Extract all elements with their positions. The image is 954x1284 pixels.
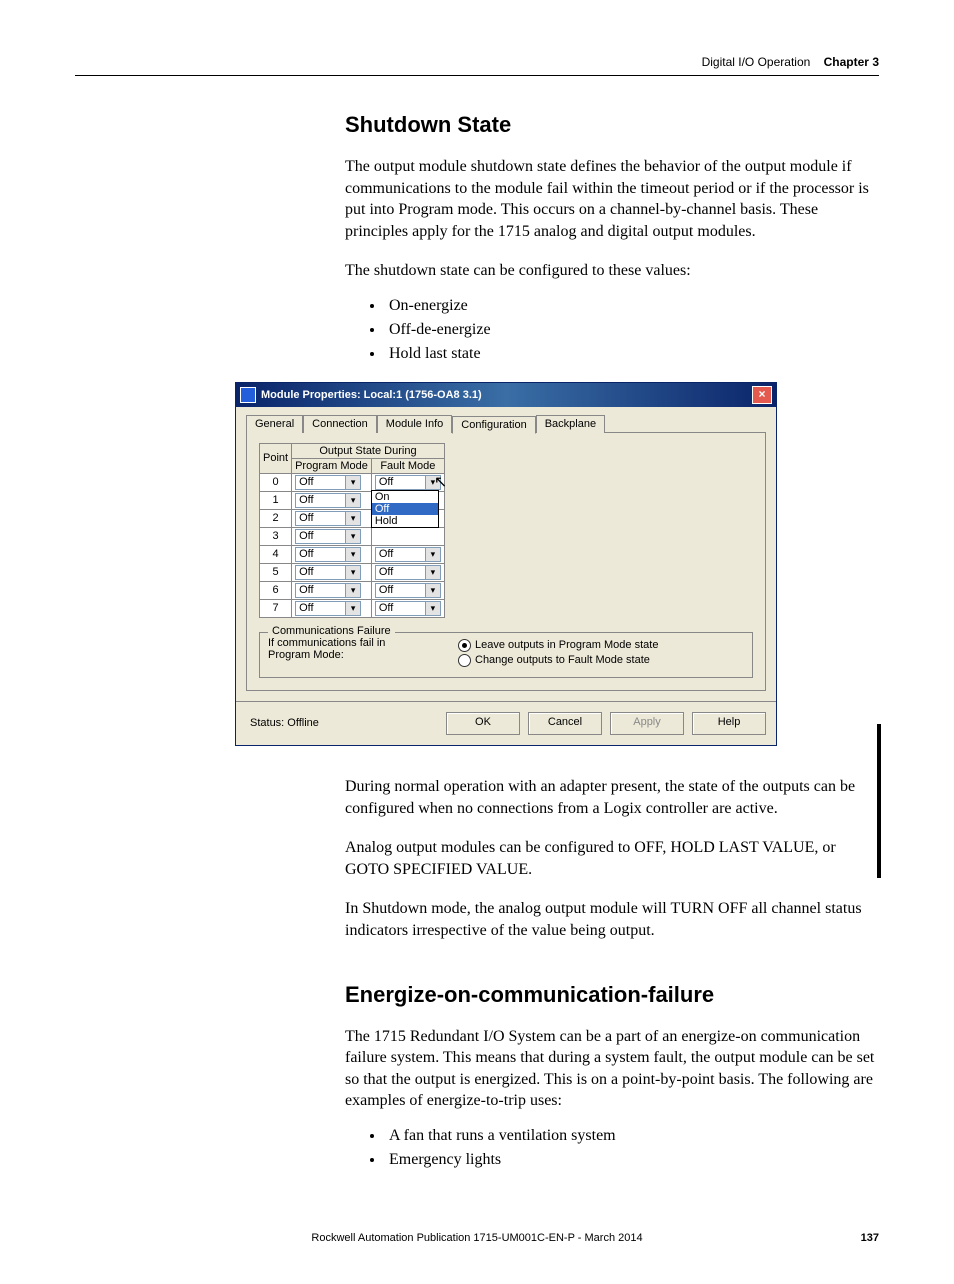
chevron-down-icon: ▾: [345, 602, 360, 615]
close-button[interactable]: ×: [752, 386, 772, 404]
radio-icon: [458, 639, 471, 652]
table-row: 4Off▾Off▾: [260, 545, 445, 563]
chevron-down-icon: ▾: [425, 602, 440, 615]
col-group: Output State During: [292, 443, 445, 458]
page-header: Digital I/O Operation Chapter 3: [75, 55, 879, 76]
tab-general[interactable]: General: [246, 415, 303, 433]
apply-button[interactable]: Apply: [610, 712, 684, 735]
radio-label: Leave outputs in Program Mode state: [475, 639, 658, 651]
tab-strip: General Connection Module Info Configura…: [246, 415, 766, 433]
module-properties-dialog: Module Properties: Local:1 (1756-OA8 3.1…: [235, 382, 777, 746]
cancel-button[interactable]: Cancel: [528, 712, 602, 735]
chevron-down-icon: ▾: [345, 512, 360, 525]
list-item: A fan that runs a ventilation system: [385, 1124, 879, 1148]
page-number: 137: [861, 1232, 879, 1244]
program-mode-select[interactable]: Off▾: [295, 583, 361, 598]
chevron-down-icon: ▾: [425, 584, 440, 597]
table-row: 7Off▾Off▾: [260, 599, 445, 617]
dialog-title: Module Properties: Local:1 (1756-OA8 3.1…: [261, 389, 482, 401]
para-3: During normal operation with an adapter …: [345, 776, 879, 819]
radio-leave-outputs[interactable]: Leave outputs in Program Mode state: [458, 639, 658, 652]
heading-shutdown-state: Shutdown State: [345, 112, 879, 138]
table-row: 6Off▾Off▾: [260, 581, 445, 599]
close-icon: ×: [758, 387, 765, 401]
col-fault-mode: Fault Mode: [371, 458, 444, 473]
chevron-down-icon: ▾: [425, 476, 440, 489]
table-row: 0 Off▾ Off▾ ↖ On Off Hold: [260, 473, 445, 491]
tab-module-info[interactable]: Module Info: [377, 415, 452, 433]
heading-energize: Energize-on-communication-failure: [345, 982, 879, 1008]
output-state-table: Point Output State During Program Mode F…: [259, 443, 445, 618]
chevron-down-icon: ▾: [345, 584, 360, 597]
radio-icon: [458, 654, 471, 667]
comm-failure-text: If communications fail in Program Mode:: [268, 637, 418, 669]
chevron-down-icon: ▾: [345, 494, 360, 507]
fault-mode-select[interactable]: Off▾: [375, 547, 441, 562]
page-footer: Rockwell Automation Publication 1715-UM0…: [75, 1232, 879, 1244]
dropdown-option-on[interactable]: On: [372, 491, 438, 503]
table-row: 5Off▾Off▾: [260, 563, 445, 581]
help-button[interactable]: Help: [692, 712, 766, 735]
chevron-down-icon: ▾: [345, 530, 360, 543]
app-icon: [240, 387, 256, 403]
program-mode-select[interactable]: Off▾: [295, 493, 361, 508]
radio-label: Change outputs to Fault Mode state: [475, 654, 650, 666]
chevron-down-icon: ▾: [345, 548, 360, 561]
list-shutdown-values: On-energize Off-de-energize Hold last st…: [345, 294, 879, 366]
fault-mode-select[interactable]: Off▾: [375, 475, 441, 490]
program-mode-select[interactable]: Off▾: [295, 601, 361, 616]
para-6: The 1715 Redundant I/O System can be a p…: [345, 1026, 879, 1112]
tab-configuration[interactable]: Configuration: [452, 416, 535, 434]
tab-backplane[interactable]: Backplane: [536, 415, 605, 433]
chevron-down-icon: ▾: [425, 566, 440, 579]
ok-button[interactable]: OK: [446, 712, 520, 735]
chevron-down-icon: ▾: [425, 548, 440, 561]
fault-mode-select[interactable]: Off▾: [375, 583, 441, 598]
change-bar: [877, 724, 881, 878]
fault-mode-select[interactable]: Off▾: [375, 565, 441, 580]
col-point: Point: [260, 443, 292, 473]
list-item: Emergency lights: [385, 1148, 879, 1172]
chevron-down-icon: ▾: [345, 476, 360, 489]
dropdown-option-off[interactable]: Off: [372, 503, 438, 515]
para-5: In Shutdown mode, the analog output modu…: [345, 898, 879, 941]
fault-mode-select[interactable]: Off▾: [375, 601, 441, 616]
radio-change-outputs[interactable]: Change outputs to Fault Mode state: [458, 654, 658, 667]
program-mode-select[interactable]: Off▾: [295, 511, 361, 526]
program-mode-select[interactable]: Off▾: [295, 475, 361, 490]
chevron-down-icon: ▾: [345, 566, 360, 579]
communications-failure-group: Communications Failure If communications…: [259, 632, 753, 678]
para-1: The output module shutdown state defines…: [345, 156, 879, 242]
dialog-titlebar[interactable]: Module Properties: Local:1 (1756-OA8 3.1…: [236, 383, 776, 407]
program-mode-select[interactable]: Off▾: [295, 565, 361, 580]
list-item: On-energize: [385, 294, 879, 318]
list-energize-examples: A fan that runs a ventilation system Eme…: [345, 1124, 879, 1172]
fault-mode-dropdown[interactable]: On Off Hold: [371, 490, 439, 528]
header-chapter: Chapter 3: [824, 55, 879, 69]
tab-connection[interactable]: Connection: [303, 415, 377, 433]
para-2: The shutdown state can be configured to …: [345, 260, 879, 282]
status-text: Status: Offline: [246, 717, 319, 729]
col-program-mode: Program Mode: [292, 458, 372, 473]
program-mode-select[interactable]: Off▾: [295, 547, 361, 562]
dropdown-option-hold[interactable]: Hold: [372, 515, 438, 527]
program-mode-select[interactable]: Off▾: [295, 529, 361, 544]
publication-text: Rockwell Automation Publication 1715-UM0…: [311, 1232, 642, 1244]
para-4: Analog output modules can be configured …: [345, 837, 879, 880]
list-item: Off-de-energize: [385, 318, 879, 342]
list-item: Hold last state: [385, 342, 879, 366]
header-section: Digital I/O Operation: [702, 55, 811, 69]
table-row: 3Off▾: [260, 527, 445, 545]
group-legend: Communications Failure: [268, 625, 395, 637]
